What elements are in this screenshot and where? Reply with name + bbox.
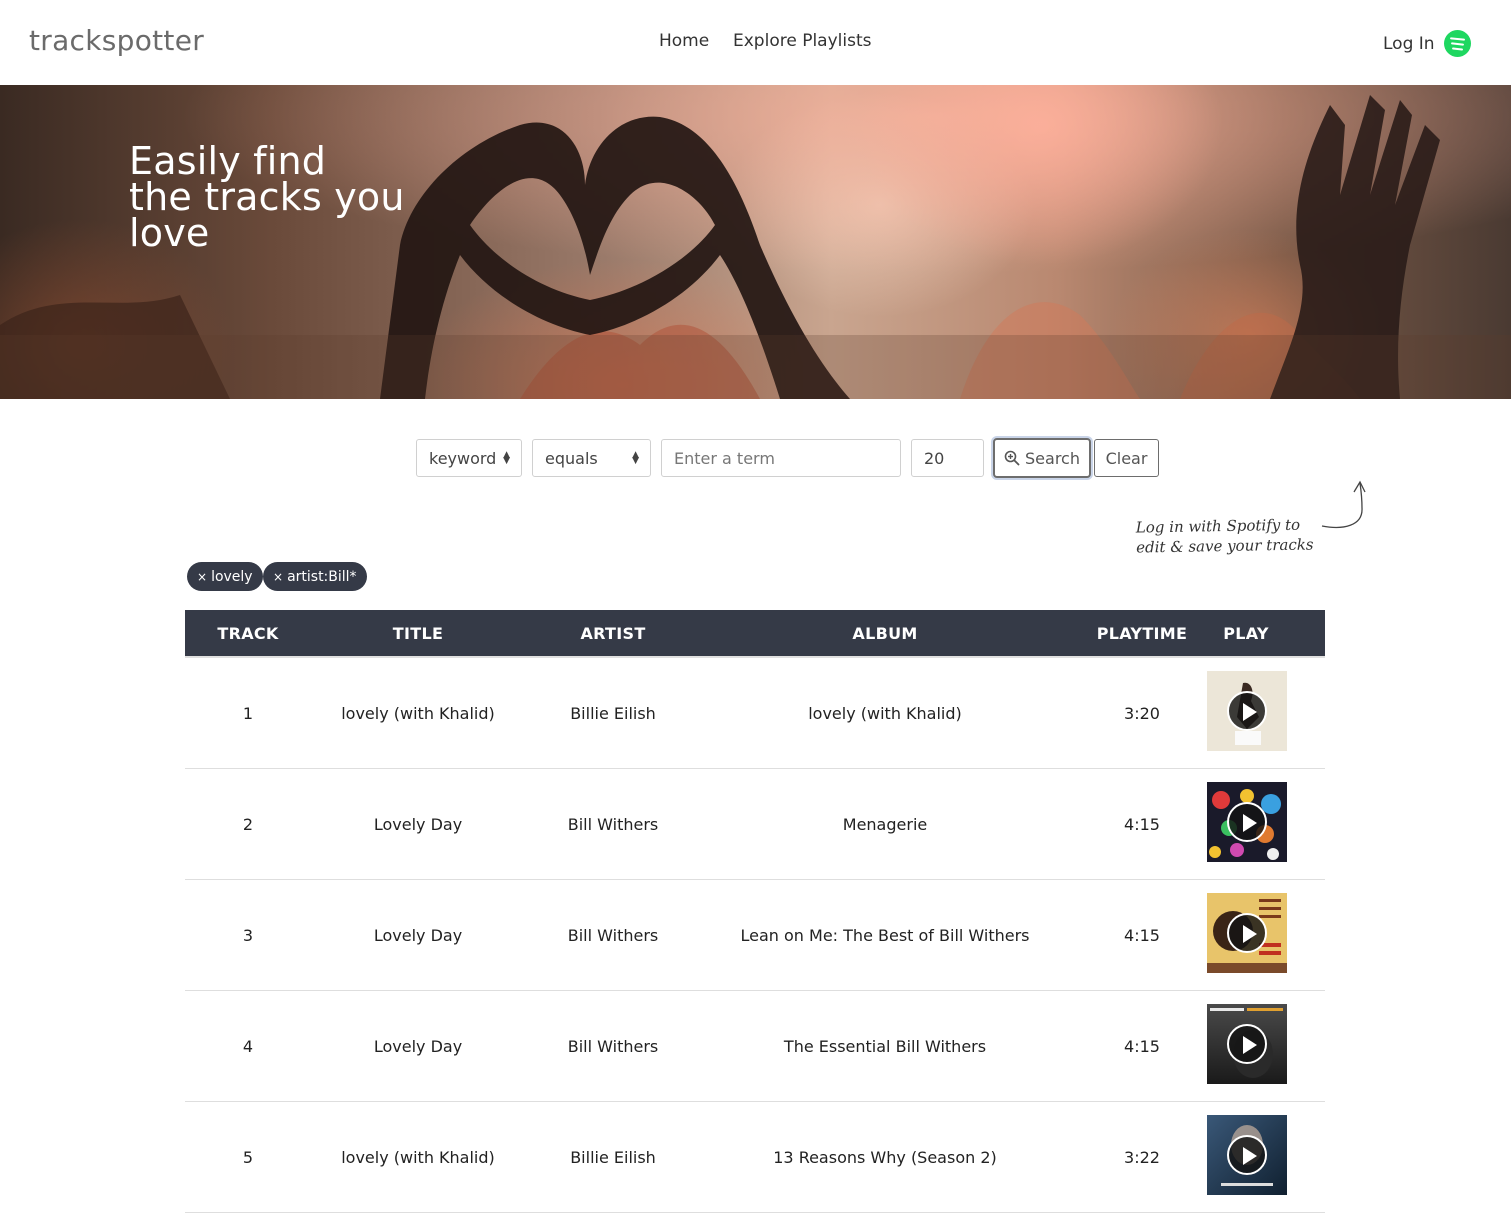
- track-number: 3: [242, 926, 254, 945]
- close-icon[interactable]: ×: [273, 570, 283, 584]
- column-header-track[interactable]: TRACK: [217, 624, 278, 643]
- play-icon[interactable]: [1227, 1135, 1267, 1175]
- track-album: Menagerie: [842, 815, 928, 834]
- operator-select-value: equals: [545, 449, 598, 468]
- table-row[interactable]: 4 Lovely Day Bill Withers The Essential …: [185, 991, 1325, 1102]
- track-album: lovely (with Khalid): [808, 704, 962, 723]
- top-navbar: trackspotter Home Explore Playlists Log …: [0, 0, 1511, 85]
- track-artist: Billie Eilish: [570, 1148, 656, 1167]
- track-artist: Bill Withers: [567, 1037, 659, 1056]
- play-icon[interactable]: [1227, 802, 1267, 842]
- login-hint: Log in with Spotify to edit & save your …: [1136, 514, 1314, 557]
- track-title: Lovely Day: [373, 815, 463, 834]
- play-icon[interactable]: [1227, 1024, 1267, 1064]
- spotify-icon: [1443, 30, 1471, 57]
- hero-title-line: Easily find: [129, 139, 327, 183]
- search-button-label: Search: [1025, 448, 1080, 468]
- track-artist: Billie Eilish: [570, 704, 656, 723]
- column-header-title[interactable]: TITLE: [393, 624, 443, 643]
- login-button[interactable]: Log In: [1383, 30, 1471, 57]
- filter-chip-label: lovely: [211, 568, 253, 585]
- album-cover[interactable]: [1207, 671, 1287, 751]
- track-playtime: 3:20: [1124, 704, 1160, 723]
- field-select-value: keyword: [429, 449, 497, 468]
- site-logo[interactable]: trackspotter: [29, 24, 204, 57]
- column-header-play: PLAY: [1223, 624, 1269, 643]
- track-album: The Essential Bill Withers: [783, 1037, 987, 1056]
- track-number: 4: [242, 1037, 254, 1056]
- track-playtime: 4:15: [1124, 926, 1160, 945]
- search-term-input[interactable]: [661, 439, 901, 477]
- play-icon[interactable]: [1227, 913, 1267, 953]
- table-row[interactable]: 3 Lovely Day Bill Withers Lean on Me: Th…: [185, 880, 1325, 991]
- clear-button[interactable]: Clear: [1094, 439, 1159, 477]
- track-artist: Bill Withers: [567, 926, 659, 945]
- table-row[interactable]: 2 Lovely Day Bill Withers Menagerie 4:15: [185, 769, 1325, 880]
- table-header: TRACK TITLE ARTIST ALBUM PLAYTIME PLAY: [185, 610, 1325, 658]
- track-number: 1: [242, 704, 254, 723]
- track-title: Lovely Day: [373, 1037, 463, 1056]
- result-limit-input[interactable]: [911, 439, 984, 477]
- select-arrows-icon: ▲ ▼: [503, 450, 510, 466]
- column-header-playtime[interactable]: PLAYTIME: [1097, 624, 1187, 643]
- search-button[interactable]: Search: [993, 438, 1091, 478]
- track-playtime: 3:22: [1124, 1148, 1160, 1167]
- track-playtime: 4:15: [1124, 815, 1160, 834]
- track-number: 5: [242, 1148, 254, 1167]
- filter-chip[interactable]: × artist:Bill*: [263, 562, 367, 591]
- track-album: 13 Reasons Why (Season 2): [773, 1148, 997, 1167]
- column-header-artist[interactable]: ARTIST: [580, 624, 645, 643]
- column-header-album[interactable]: ALBUM: [852, 624, 917, 643]
- play-icon[interactable]: [1227, 691, 1267, 731]
- track-title: Lovely Day: [373, 926, 463, 945]
- hero-title-line: love: [129, 211, 210, 255]
- operator-select[interactable]: equals ▲ ▼: [532, 439, 651, 477]
- zoom-in-icon: [1004, 450, 1020, 466]
- login-label: Log In: [1383, 33, 1435, 54]
- hero-banner: Easily find the tracks you love: [0, 85, 1511, 399]
- nav-home-link[interactable]: Home: [659, 31, 709, 51]
- track-title: lovely (with Khalid): [341, 704, 495, 723]
- album-cover[interactable]: [1207, 1115, 1287, 1195]
- hero-title: Easily find the tracks you love: [129, 139, 405, 255]
- curved-arrow-icon: [1321, 480, 1366, 529]
- table-row[interactable]: 5 lovely (with Khalid) Billie Eilish 13 …: [185, 1102, 1325, 1213]
- track-artist: Bill Withers: [567, 815, 659, 834]
- album-cover[interactable]: [1207, 782, 1287, 862]
- filter-chip-label: artist:Bill*: [287, 568, 357, 585]
- track-album: Lean on Me: The Best of Bill Withers: [740, 926, 1030, 945]
- table-row[interactable]: 1 lovely (with Khalid) Billie Eilish lov…: [185, 658, 1325, 769]
- close-icon[interactable]: ×: [197, 570, 207, 584]
- select-arrows-icon: ▲ ▼: [632, 450, 639, 466]
- album-cover[interactable]: [1207, 893, 1287, 973]
- tracks-table: TRACK TITLE ARTIST ALBUM PLAYTIME PLAY 1…: [185, 610, 1325, 1213]
- hero-title-line: the tracks you: [129, 175, 405, 219]
- album-cover[interactable]: [1207, 1004, 1287, 1084]
- track-number: 2: [242, 815, 254, 834]
- track-playtime: 4:15: [1124, 1037, 1160, 1056]
- field-select[interactable]: keyword ▲ ▼: [416, 439, 522, 477]
- track-title: lovely (with Khalid): [341, 1148, 495, 1167]
- login-hint-line: edit & save your tracks: [1136, 535, 1314, 557]
- filter-chip[interactable]: × lovely: [187, 562, 263, 591]
- nav-explore-playlists-link[interactable]: Explore Playlists: [733, 31, 871, 51]
